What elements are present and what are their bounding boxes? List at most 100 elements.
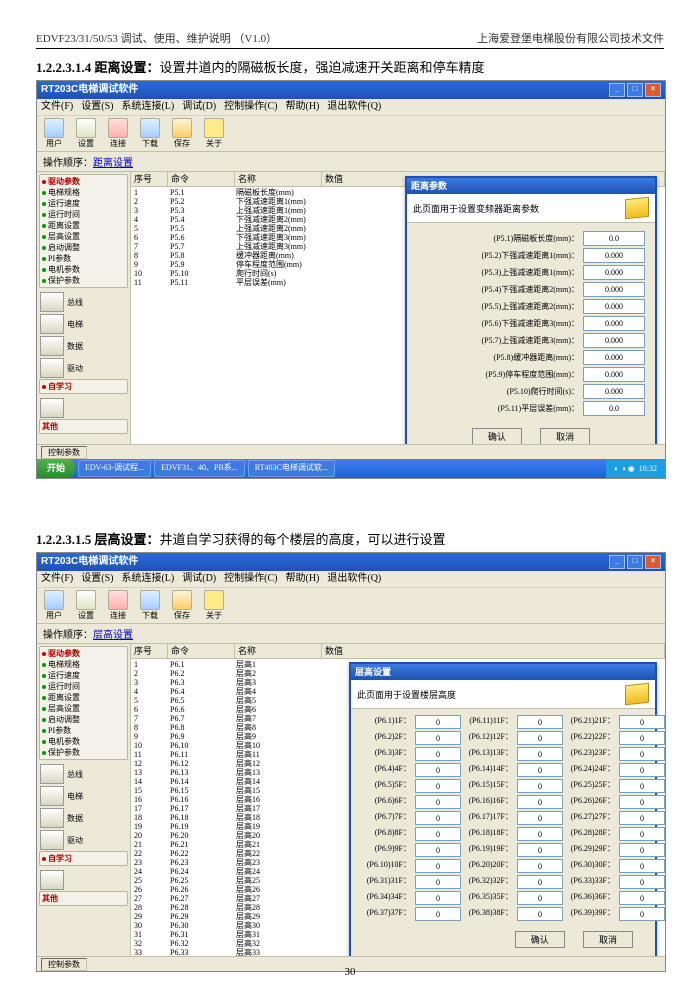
field-input[interactable] xyxy=(415,891,461,905)
task-button[interactable]: RT403C电梯调试软... xyxy=(248,460,335,477)
field-input[interactable] xyxy=(583,384,645,399)
field-input[interactable] xyxy=(583,265,645,280)
field-input[interactable] xyxy=(517,843,563,857)
sidebar-icon-数据[interactable]: 数据 xyxy=(39,335,128,357)
field-input[interactable] xyxy=(517,811,563,825)
sidebar-item[interactable]: 运行速度 xyxy=(42,198,125,209)
sidebar-item[interactable]: 保护参数 xyxy=(42,275,125,286)
sidebar-item[interactable]: 启动调整 xyxy=(42,242,125,253)
menu-item[interactable]: 控制操作(C) xyxy=(224,99,277,115)
toolbar-关于[interactable]: 关于 xyxy=(201,118,227,149)
menu-item[interactable]: 文件(F) xyxy=(41,99,73,115)
field-input[interactable] xyxy=(517,715,563,729)
field-input[interactable] xyxy=(619,763,665,777)
field-input[interactable] xyxy=(517,827,563,841)
sidebar-item[interactable]: 保护参数 xyxy=(42,747,125,758)
toolbar-关于[interactable]: 关于 xyxy=(201,590,227,621)
ok-button[interactable]: 确认 xyxy=(472,428,522,444)
task-button[interactable]: EDV-63-调试程... xyxy=(78,460,151,477)
sidebar-icon-电梯[interactable]: 电梯 xyxy=(39,313,128,335)
max-button[interactable]: □ xyxy=(627,555,643,569)
toolbar-连接[interactable]: 连接 xyxy=(105,118,131,149)
field-input[interactable] xyxy=(517,795,563,809)
field-input[interactable] xyxy=(583,316,645,331)
cancel-button[interactable]: 取消 xyxy=(540,428,590,444)
toolbar-保存[interactable]: 保存 xyxy=(169,590,195,621)
field-input[interactable] xyxy=(517,891,563,905)
field-input[interactable] xyxy=(619,731,665,745)
toolbar-用户[interactable]: 用户 xyxy=(41,118,67,149)
sidebar-item[interactable]: 电机参数 xyxy=(42,264,125,275)
menu-item[interactable]: 文件(F) xyxy=(41,571,73,587)
field-input[interactable] xyxy=(619,891,665,905)
min-button[interactable]: _ xyxy=(609,83,625,97)
field-input[interactable] xyxy=(415,907,461,921)
ok-button[interactable]: 确认 xyxy=(515,931,565,948)
min-button[interactable]: _ xyxy=(609,555,625,569)
field-input[interactable] xyxy=(415,763,461,777)
sidebar-item[interactable]: PI参数 xyxy=(42,725,125,736)
field-input[interactable] xyxy=(619,827,665,841)
field-input[interactable] xyxy=(583,350,645,365)
field-input[interactable] xyxy=(415,747,461,761)
toolbar-设置[interactable]: 设置 xyxy=(73,590,99,621)
breadcrumb-current[interactable]: 层高设置 xyxy=(93,630,133,641)
toolbar-设置[interactable]: 设置 xyxy=(73,118,99,149)
sidebar-icon-总线[interactable]: 总线 xyxy=(39,763,128,785)
field-input[interactable] xyxy=(517,779,563,793)
cancel-button[interactable]: 取消 xyxy=(583,931,633,948)
close-button[interactable]: × xyxy=(645,83,661,97)
menu-item[interactable]: 帮助(H) xyxy=(285,571,319,587)
toolbar-保存[interactable]: 保存 xyxy=(169,118,195,149)
field-input[interactable] xyxy=(415,875,461,889)
toolbar-连接[interactable]: 连接 xyxy=(105,590,131,621)
sidebar-item[interactable]: 运行时间 xyxy=(42,209,125,220)
field-input[interactable] xyxy=(619,843,665,857)
field-input[interactable] xyxy=(517,875,563,889)
sidebar-item[interactable]: 距离设置 xyxy=(42,692,125,703)
breadcrumb-current[interactable]: 距离设置 xyxy=(93,158,133,169)
sidebar-icon-数据[interactable]: 数据 xyxy=(39,807,128,829)
field-input[interactable] xyxy=(583,367,645,382)
field-input[interactable] xyxy=(619,811,665,825)
sidebar-icon-驱动[interactable]: 驱动 xyxy=(39,357,128,379)
field-input[interactable] xyxy=(415,811,461,825)
field-input[interactable] xyxy=(583,333,645,348)
close-button[interactable]: × xyxy=(645,555,661,569)
max-button[interactable]: □ xyxy=(627,83,643,97)
start-button[interactable]: 开始 xyxy=(37,459,75,478)
sidebar-icon-电梯[interactable]: 电梯 xyxy=(39,785,128,807)
field-input[interactable] xyxy=(583,299,645,314)
field-input[interactable] xyxy=(583,248,645,263)
field-input[interactable] xyxy=(619,875,665,889)
sidebar-icon-总线[interactable]: 总线 xyxy=(39,291,128,313)
sidebar-icon-驱动[interactable]: 驱动 xyxy=(39,829,128,851)
sidebar-item[interactable]: 电梯规格 xyxy=(42,187,125,198)
field-input[interactable] xyxy=(583,282,645,297)
sidebar-item[interactable]: 电机参数 xyxy=(42,736,125,747)
menu-item[interactable]: 调试(D) xyxy=(182,571,216,587)
menu-item[interactable]: 调试(D) xyxy=(182,99,216,115)
sidebar-item[interactable]: PI参数 xyxy=(42,253,125,264)
field-input[interactable] xyxy=(415,859,461,873)
menu-item[interactable]: 控制操作(C) xyxy=(224,571,277,587)
field-input[interactable] xyxy=(415,731,461,745)
toolbar-下载[interactable]: 下载 xyxy=(137,590,163,621)
sidebar-item[interactable]: 运行速度 xyxy=(42,670,125,681)
field-input[interactable] xyxy=(415,843,461,857)
menu-item[interactable]: 系统连接(L) xyxy=(121,571,174,587)
menu-item[interactable]: 设置(S) xyxy=(81,571,113,587)
toolbar-用户[interactable]: 用户 xyxy=(41,590,67,621)
field-input[interactable] xyxy=(415,779,461,793)
field-input[interactable] xyxy=(517,859,563,873)
sidebar-item[interactable]: 层高设置 xyxy=(42,231,125,242)
field-input[interactable] xyxy=(517,747,563,761)
field-input[interactable] xyxy=(619,907,665,921)
field-input[interactable] xyxy=(517,763,563,777)
menu-item[interactable]: 设置(S) xyxy=(81,99,113,115)
field-input[interactable] xyxy=(517,731,563,745)
field-input[interactable] xyxy=(619,795,665,809)
field-input[interactable] xyxy=(415,827,461,841)
field-input[interactable] xyxy=(619,747,665,761)
menu-item[interactable]: 退出软件(Q) xyxy=(327,571,381,587)
